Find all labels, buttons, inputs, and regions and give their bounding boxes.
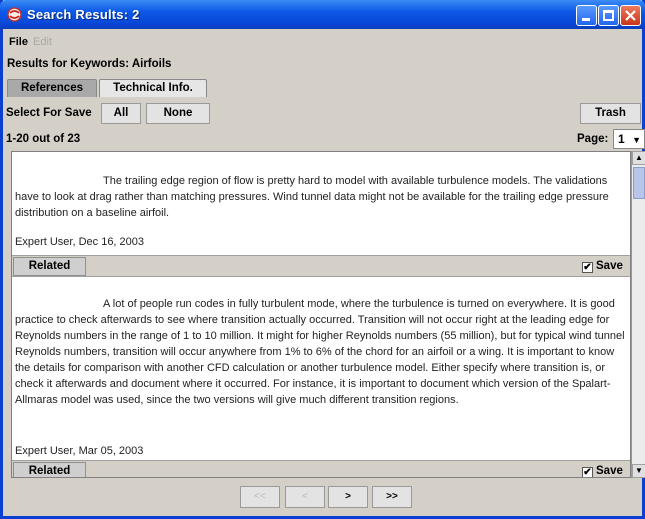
entry-action-bar: Related ✔ Save (12, 460, 630, 478)
entry-author: Expert User, Mar 05, 2003 (15, 445, 144, 457)
app-icon (7, 7, 22, 22)
chevron-down-icon: ▼ (632, 135, 641, 145)
save-label: Save (596, 465, 623, 477)
trash-button[interactable]: Trash (580, 103, 641, 124)
select-all-button[interactable]: All (101, 103, 141, 124)
minimize-icon (582, 18, 590, 21)
page-label: Page: (577, 133, 609, 145)
close-icon (625, 10, 636, 21)
first-page-button[interactable]: << (240, 486, 280, 508)
title-bar[interactable]: Search Results: 2 (0, 0, 645, 29)
result-count: 1-20 out of 23 (6, 133, 81, 145)
close-button[interactable] (620, 5, 641, 26)
pagination: << < > >> (3, 486, 642, 512)
next-page-button[interactable]: > (328, 486, 368, 508)
select-none-button[interactable]: None (146, 103, 210, 124)
entry-action-bar: Related ✔ Save (12, 255, 630, 277)
selection-toolbar: Select For Save All None Trash (6, 103, 641, 124)
select-for-save-label: Select For Save (6, 107, 92, 119)
result-summary-row: 1-20 out of 23 Page: 1 ▼ (6, 129, 645, 149)
menu-edit[interactable]: Edit (33, 36, 52, 48)
menu-file[interactable]: File (9, 36, 28, 48)
scroll-down-icon[interactable]: ▼ (632, 464, 645, 478)
entry-text: The trailing edge region of flow is pret… (15, 175, 609, 219)
scroll-thumb[interactable] (633, 167, 645, 199)
minimize-button[interactable] (576, 5, 597, 26)
checkmark-icon: ✔ (582, 262, 593, 273)
entry-text: A lot of people run codes in fully turbu… (15, 298, 625, 406)
tab-technical-info[interactable]: Technical Info. (99, 79, 207, 97)
results-heading: Results for Keywords: Airfoils (7, 58, 172, 70)
last-page-button[interactable]: >> (372, 486, 412, 508)
window-title: Search Results: 2 (27, 7, 140, 22)
scroll-up-icon[interactable]: ▲ (632, 151, 645, 165)
maximize-icon (603, 10, 614, 21)
tab-references[interactable]: References (7, 79, 97, 97)
save-checkbox[interactable]: ✔ Save (582, 465, 623, 478)
page-select[interactable]: 1 ▼ (613, 129, 645, 149)
search-results-window: Search Results: 2 File Edit Results for … (0, 0, 645, 519)
previous-page-button[interactable]: < (285, 486, 325, 508)
page-select-value: 1 (618, 132, 625, 146)
save-checkbox[interactable]: ✔ Save (582, 260, 623, 273)
save-label: Save (596, 260, 623, 272)
vertical-scrollbar[interactable]: ▲ ▼ (631, 151, 645, 478)
checkmark-icon: ✔ (582, 467, 593, 478)
list-item: A lot of people run codes in fully turbu… (12, 283, 630, 478)
entry-author: Expert User, Dec 16, 2003 (15, 236, 145, 248)
results-list: The trailing edge region of flow is pret… (11, 151, 631, 478)
related-button[interactable]: Related (13, 257, 86, 276)
list-item: The trailing edge region of flow is pret… (12, 152, 630, 283)
related-button[interactable]: Related (13, 462, 86, 477)
maximize-button[interactable] (598, 5, 619, 26)
